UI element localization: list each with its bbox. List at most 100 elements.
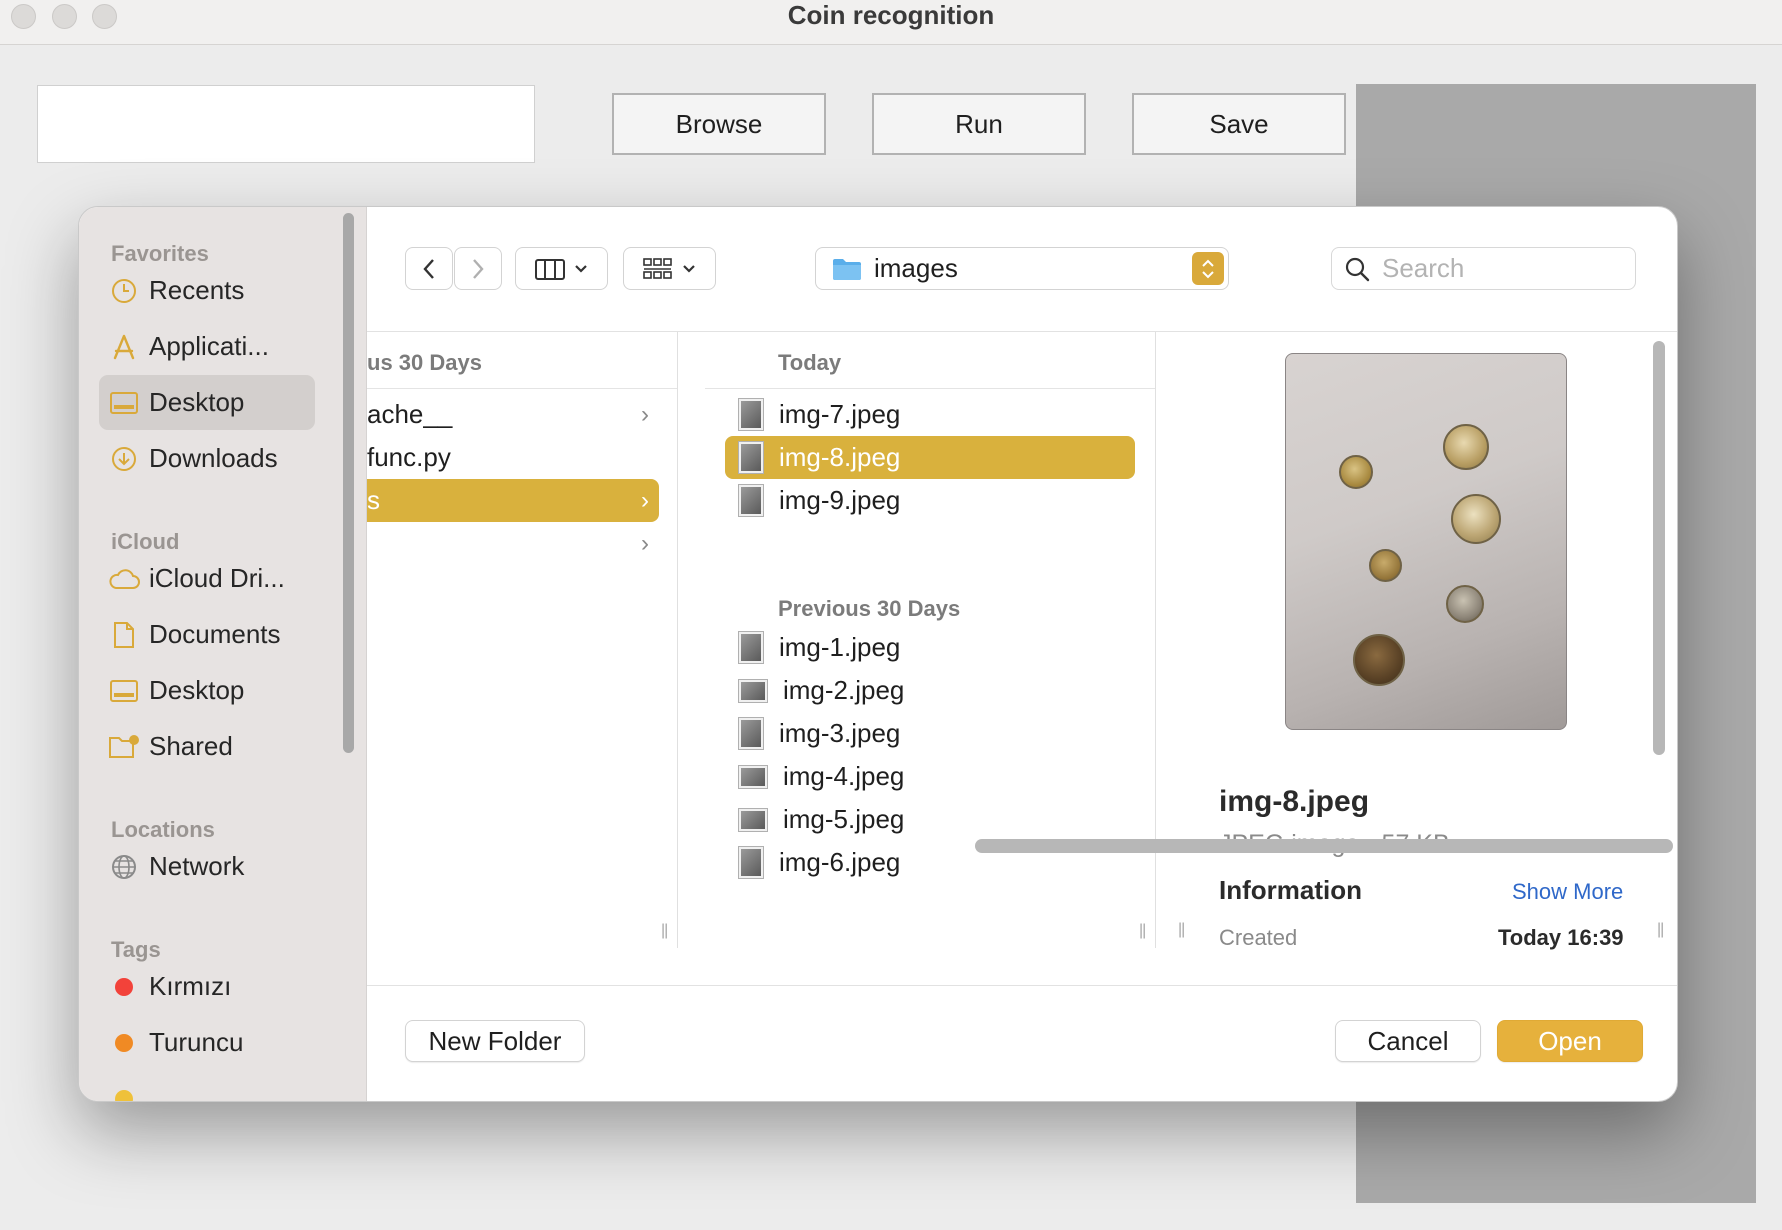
back-button[interactable] bbox=[405, 247, 453, 290]
sidebar-item-tag-red[interactable]: Kırmızı bbox=[99, 959, 315, 1014]
chevron-left-icon bbox=[423, 258, 434, 279]
list-item-file[interactable]: img-4.jpeg bbox=[725, 755, 1135, 798]
column-heading: us 30 Days bbox=[367, 350, 482, 375]
save-button[interactable]: Save bbox=[1132, 93, 1346, 155]
column-resize-handle[interactable]: || bbox=[1657, 921, 1664, 939]
preview-filename: img-8.jpeg bbox=[1219, 785, 1370, 818]
list-item-file[interactable]: img-7.jpeg bbox=[725, 393, 1135, 436]
cancel-button[interactable]: Cancel bbox=[1335, 1020, 1481, 1062]
sidebar-item-desktop[interactable]: Desktop bbox=[99, 375, 315, 430]
location-popup[interactable]: images bbox=[815, 247, 1229, 290]
list-item-folder-selected[interactable]: s › bbox=[367, 479, 659, 522]
title-bar: Coin recognition bbox=[0, 0, 1782, 45]
sidebar-item-tag-yellow[interactable] bbox=[99, 1071, 315, 1101]
list-item-file[interactable]: img-3.jpeg bbox=[725, 712, 1135, 755]
list-item-file[interactable]: img-9.jpeg bbox=[725, 479, 1135, 522]
open-button[interactable]: Open bbox=[1497, 1020, 1643, 1062]
list-item-label: img-5.jpeg bbox=[783, 804, 905, 834]
sidebar-item-network[interactable]: Network bbox=[99, 839, 315, 894]
search-icon bbox=[1344, 256, 1370, 282]
tag-dot-icon bbox=[99, 1015, 149, 1070]
image-file-icon bbox=[738, 678, 768, 703]
path-input[interactable] bbox=[37, 85, 535, 163]
list-item-label: img-6.jpeg bbox=[779, 847, 901, 877]
sidebar-item-label: Recents bbox=[149, 275, 245, 305]
list-item-label: img-8.jpeg bbox=[779, 442, 901, 472]
new-folder-button[interactable]: New Folder bbox=[405, 1020, 585, 1062]
list-item-file[interactable]: img-1.jpeg bbox=[725, 626, 1135, 669]
globe-icon bbox=[99, 839, 149, 894]
browser-horizontal-scrollbar[interactable] bbox=[975, 839, 1673, 853]
preview-info-heading: Information bbox=[1219, 875, 1362, 905]
search-field[interactable]: Search bbox=[1331, 247, 1636, 290]
image-file-icon bbox=[738, 398, 764, 431]
tag-dot-icon bbox=[99, 959, 149, 1014]
preview-vertical-scrollbar[interactable] bbox=[1653, 341, 1665, 755]
folder-icon bbox=[832, 257, 862, 281]
list-item-label: img-7.jpeg bbox=[779, 399, 901, 429]
image-file-icon bbox=[738, 717, 764, 750]
image-file-icon bbox=[738, 484, 764, 517]
list-item-file[interactable]: img-5.jpeg bbox=[725, 798, 1135, 841]
list-item-file[interactable]: func.py bbox=[367, 436, 659, 479]
list-item-label: func.py bbox=[367, 442, 451, 472]
column-resize-handle[interactable]: || bbox=[1178, 921, 1185, 939]
sidebar-item-icloud-desktop[interactable]: Desktop bbox=[99, 663, 315, 718]
forward-button[interactable] bbox=[454, 247, 502, 290]
group-button[interactable] bbox=[623, 247, 716, 290]
list-item-file-selected[interactable]: img-8.jpeg bbox=[725, 436, 1135, 479]
column-heading-previous: Previous 30 Days bbox=[778, 596, 961, 621]
sidebar-item-shared[interactable]: Shared bbox=[99, 719, 315, 774]
column-images: Today img-7.jpeg img-8.jpeg img-9.jpeg P… bbox=[705, 332, 1156, 948]
sidebar-item-label: Desktop bbox=[149, 387, 245, 417]
sidebar-item-label: Desktop bbox=[149, 675, 245, 705]
sidebar-item-documents[interactable]: Documents bbox=[99, 607, 315, 662]
created-value: Today 16:39 bbox=[1498, 925, 1624, 950]
list-item-file[interactable]: img-2.jpeg bbox=[725, 669, 1135, 712]
run-button[interactable]: Run bbox=[872, 93, 1086, 155]
chevron-right-icon: › bbox=[641, 529, 649, 557]
download-icon bbox=[99, 431, 149, 486]
footer-divider bbox=[367, 985, 1677, 986]
image-file-icon bbox=[738, 764, 768, 789]
view-mode-button[interactable] bbox=[515, 247, 608, 290]
sidebar-item-label: Applicati... bbox=[149, 331, 269, 361]
sidebar-item-label: Turuncu bbox=[149, 1027, 244, 1057]
sidebar-item-label: Network bbox=[149, 851, 245, 881]
sidebar-item-downloads[interactable]: Downloads bbox=[99, 431, 315, 486]
sidebar-item-recents[interactable]: Recents bbox=[99, 263, 315, 318]
search-placeholder: Search bbox=[1382, 253, 1465, 283]
sidebar-item-applications[interactable]: Applicati... bbox=[99, 319, 315, 374]
column-parent: us 30 Days ache__ › func.py s › › || bbox=[367, 332, 678, 948]
sidebar-item-label: Kırmızı bbox=[149, 971, 232, 1001]
sidebar-item-tag-orange[interactable]: Turuncu bbox=[99, 1015, 315, 1070]
grid-group-icon bbox=[642, 257, 695, 279]
created-label: Created bbox=[1219, 925, 1298, 950]
updown-chevron-icon bbox=[1192, 252, 1224, 285]
list-item-label: img-9.jpeg bbox=[779, 485, 901, 515]
show-more-link[interactable]: Show More bbox=[1512, 879, 1623, 905]
sidebar-item-label: iCloud Dri... bbox=[149, 563, 285, 593]
document-icon bbox=[99, 607, 149, 662]
chevron-right-icon bbox=[473, 258, 484, 279]
list-item-folder[interactable]: › bbox=[367, 522, 659, 565]
browse-button[interactable]: Browse bbox=[612, 93, 826, 155]
sidebar-item-icloud-drive[interactable]: iCloud Dri... bbox=[99, 551, 315, 606]
window-title: Coin recognition bbox=[787, 0, 995, 30]
column-resize-handle[interactable]: || bbox=[661, 922, 668, 940]
image-file-icon bbox=[738, 441, 764, 474]
applications-icon bbox=[99, 319, 149, 374]
list-item-label: s bbox=[367, 485, 380, 515]
chevron-right-icon: › bbox=[641, 486, 649, 514]
list-item-folder[interactable]: ache__ › bbox=[367, 393, 659, 436]
tag-dot-icon bbox=[99, 1071, 149, 1101]
list-item-label: img-3.jpeg bbox=[779, 718, 901, 748]
sidebar-scrollbar[interactable] bbox=[343, 213, 354, 753]
cloud-icon bbox=[99, 551, 149, 606]
sidebar-item-label: Documents bbox=[149, 619, 281, 649]
desktop-icon bbox=[99, 663, 149, 718]
chevron-right-icon: › bbox=[641, 400, 649, 428]
column-resize-handle[interactable]: || bbox=[1139, 922, 1146, 940]
image-file-icon bbox=[738, 631, 764, 664]
open-file-dialog: Favorites Recents Applicati... Desktop D… bbox=[78, 206, 1678, 1102]
